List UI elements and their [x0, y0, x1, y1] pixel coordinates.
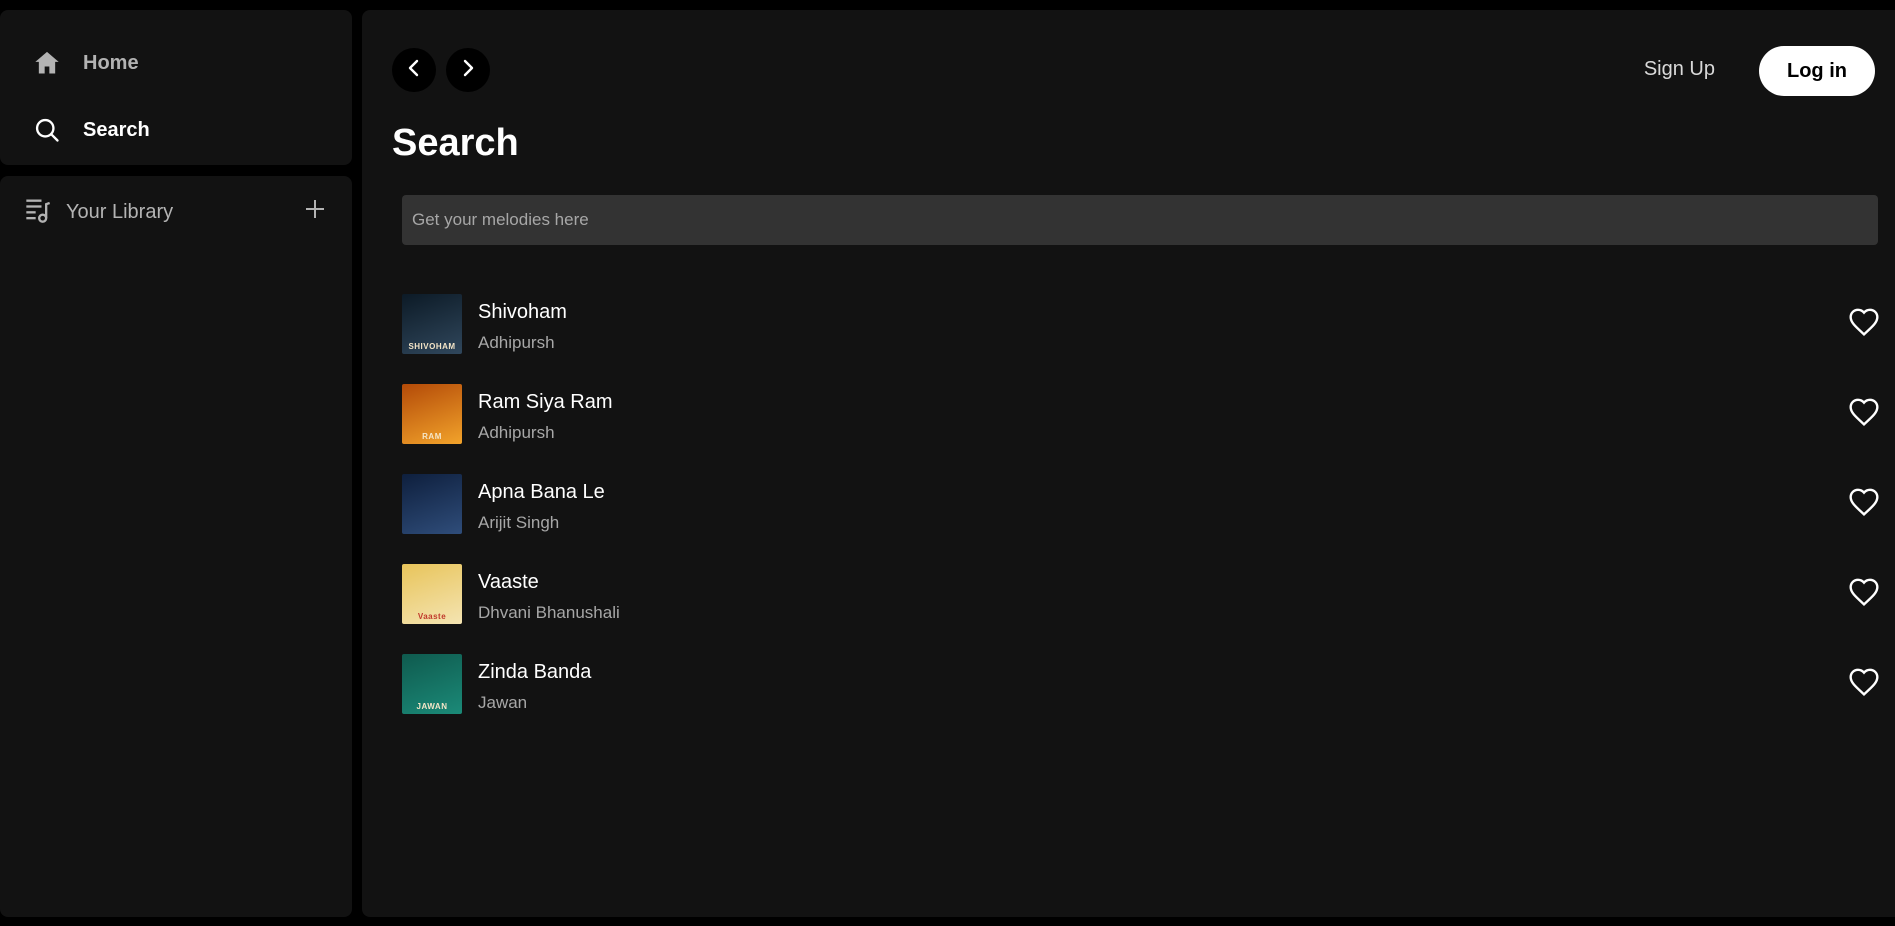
app: Home Search Your Library Sign Up Log in … [0, 0, 1895, 926]
heart-icon [1848, 307, 1880, 344]
sidebar-item-search[interactable]: Search [32, 115, 150, 145]
plus-icon [304, 198, 326, 225]
album-cover: JAWAN [402, 654, 462, 714]
forward-button[interactable] [446, 48, 490, 92]
sidebar-item-home[interactable]: Home [32, 48, 139, 78]
song-list: SHIVOHAM Shivoham Adhipursh RAM Ram Siya… [402, 294, 1879, 744]
cover-caption: SHIVOHAM [408, 342, 456, 351]
chevron-left-icon [404, 58, 424, 83]
add-library-button[interactable] [302, 198, 328, 224]
list-item[interactable]: Vaaste Vaaste Dhvani Bhanushali [402, 564, 1879, 654]
song-artist: Dhvani Bhanushali [478, 603, 620, 622]
cover-caption: RAM [422, 432, 442, 441]
song-title: Shivoham [478, 301, 567, 323]
song-artist: Adhipursh [478, 333, 555, 352]
song-title: Zinda Banda [478, 661, 592, 683]
page-title: Search [392, 122, 519, 164]
search-icon [32, 115, 62, 145]
list-item[interactable]: Apna Bana Le Arijit Singh [402, 474, 1879, 564]
login-button[interactable]: Log in [1759, 46, 1875, 96]
album-cover [402, 474, 462, 534]
heart-icon [1848, 667, 1880, 704]
sidebar-nav: Home Search [0, 10, 352, 165]
search-input[interactable] [402, 195, 1878, 245]
song-artist: Adhipursh [478, 423, 555, 442]
signup-button[interactable]: Sign Up [1644, 58, 1715, 81]
library-panel: Your Library [0, 176, 352, 917]
sidebar-item-label: Search [83, 118, 150, 141]
heart-icon [1848, 487, 1880, 524]
heart-icon [1848, 577, 1880, 614]
like-button[interactable] [1846, 487, 1882, 523]
cover-caption: Vaaste [417, 612, 447, 621]
album-cover: Vaaste [402, 564, 462, 624]
library-label: Your Library [66, 201, 174, 223]
chevron-right-icon [458, 58, 478, 83]
song-title: Ram Siya Ram [478, 391, 613, 413]
song-title: Vaaste [478, 571, 539, 593]
list-item[interactable]: SHIVOHAM Shivoham Adhipursh [402, 294, 1879, 384]
cover-caption: JAWAN [416, 702, 448, 711]
main-content: Sign Up Log in Search SHIVOHAM Shivoham … [362, 10, 1895, 917]
like-button[interactable] [1846, 577, 1882, 613]
song-artist: Jawan [478, 693, 528, 712]
album-cover: RAM [402, 384, 462, 444]
library-icon [24, 196, 52, 229]
heart-icon [1848, 397, 1880, 434]
list-item[interactable]: JAWAN Zinda Banda Jawan [402, 654, 1879, 744]
like-button[interactable] [1846, 397, 1882, 433]
album-cover: SHIVOHAM [402, 294, 462, 354]
like-button[interactable] [1846, 307, 1882, 343]
sidebar-item-label: Home [83, 51, 139, 74]
back-button[interactable] [392, 48, 436, 92]
song-artist: Arijit Singh [478, 513, 560, 532]
library-button[interactable]: Your Library [24, 196, 173, 229]
like-button[interactable] [1846, 667, 1882, 703]
home-icon [32, 48, 62, 78]
list-item[interactable]: RAM Ram Siya Ram Adhipursh [402, 384, 1879, 474]
song-title: Apna Bana Le [478, 481, 605, 503]
